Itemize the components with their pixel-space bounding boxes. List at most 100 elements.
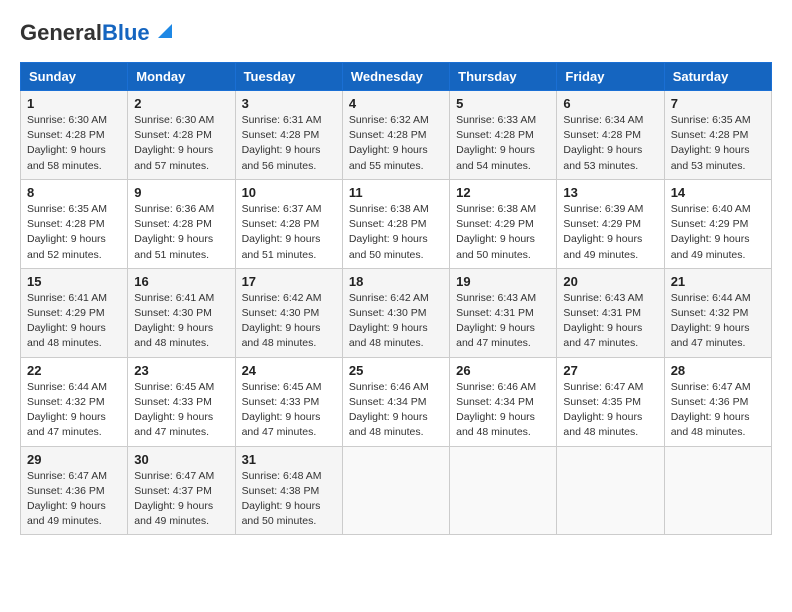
cell-content: Sunrise: 6:35 AM Sunset: 4:28 PM Dayligh… [671,113,765,174]
col-header-tuesday: Tuesday [235,63,342,91]
cell-content: Sunrise: 6:39 AM Sunset: 4:29 PM Dayligh… [563,202,657,263]
cell-content: Sunrise: 6:34 AM Sunset: 4:28 PM Dayligh… [563,113,657,174]
calendar-cell [664,446,771,535]
cell-content: Sunrise: 6:38 AM Sunset: 4:28 PM Dayligh… [349,202,443,263]
calendar-cell [557,446,664,535]
col-header-sunday: Sunday [21,63,128,91]
day-number: 23 [134,363,228,378]
calendar-cell: 4 Sunrise: 6:32 AM Sunset: 4:28 PM Dayli… [342,91,449,180]
cell-content: Sunrise: 6:37 AM Sunset: 4:28 PM Dayligh… [242,202,336,263]
cell-content: Sunrise: 6:47 AM Sunset: 4:37 PM Dayligh… [134,469,228,530]
day-number: 5 [456,96,550,111]
calendar-cell: 9 Sunrise: 6:36 AM Sunset: 4:28 PM Dayli… [128,179,235,268]
day-number: 9 [134,185,228,200]
calendar-cell: 17 Sunrise: 6:42 AM Sunset: 4:30 PM Dayl… [235,268,342,357]
day-number: 16 [134,274,228,289]
cell-content: Sunrise: 6:42 AM Sunset: 4:30 PM Dayligh… [349,291,443,352]
calendar-cell: 13 Sunrise: 6:39 AM Sunset: 4:29 PM Dayl… [557,179,664,268]
calendar-cell: 7 Sunrise: 6:35 AM Sunset: 4:28 PM Dayli… [664,91,771,180]
calendar-cell: 20 Sunrise: 6:43 AM Sunset: 4:31 PM Dayl… [557,268,664,357]
day-number: 28 [671,363,765,378]
week-row-5: 29 Sunrise: 6:47 AM Sunset: 4:36 PM Dayl… [21,446,772,535]
day-number: 18 [349,274,443,289]
cell-content: Sunrise: 6:32 AM Sunset: 4:28 PM Dayligh… [349,113,443,174]
cell-content: Sunrise: 6:30 AM Sunset: 4:28 PM Dayligh… [27,113,121,174]
cell-content: Sunrise: 6:38 AM Sunset: 4:29 PM Dayligh… [456,202,550,263]
calendar-cell: 2 Sunrise: 6:30 AM Sunset: 4:28 PM Dayli… [128,91,235,180]
calendar-cell: 8 Sunrise: 6:35 AM Sunset: 4:28 PM Dayli… [21,179,128,268]
cell-content: Sunrise: 6:33 AM Sunset: 4:28 PM Dayligh… [456,113,550,174]
cell-content: Sunrise: 6:44 AM Sunset: 4:32 PM Dayligh… [27,380,121,441]
day-number: 11 [349,185,443,200]
calendar-cell: 24 Sunrise: 6:45 AM Sunset: 4:33 PM Dayl… [235,357,342,446]
calendar-cell: 28 Sunrise: 6:47 AM Sunset: 4:36 PM Dayl… [664,357,771,446]
logo-triangle-icon [154,20,176,42]
logo: GeneralBlue [20,20,176,46]
day-number: 21 [671,274,765,289]
cell-content: Sunrise: 6:47 AM Sunset: 4:35 PM Dayligh… [563,380,657,441]
calendar-cell: 3 Sunrise: 6:31 AM Sunset: 4:28 PM Dayli… [235,91,342,180]
day-number: 15 [27,274,121,289]
calendar-cell: 19 Sunrise: 6:43 AM Sunset: 4:31 PM Dayl… [450,268,557,357]
cell-content: Sunrise: 6:41 AM Sunset: 4:29 PM Dayligh… [27,291,121,352]
calendar-cell: 14 Sunrise: 6:40 AM Sunset: 4:29 PM Dayl… [664,179,771,268]
week-row-1: 1 Sunrise: 6:30 AM Sunset: 4:28 PM Dayli… [21,91,772,180]
day-number: 10 [242,185,336,200]
cell-content: Sunrise: 6:46 AM Sunset: 4:34 PM Dayligh… [349,380,443,441]
day-number: 3 [242,96,336,111]
cell-content: Sunrise: 6:45 AM Sunset: 4:33 PM Dayligh… [134,380,228,441]
day-number: 14 [671,185,765,200]
calendar-cell: 25 Sunrise: 6:46 AM Sunset: 4:34 PM Dayl… [342,357,449,446]
calendar-cell: 26 Sunrise: 6:46 AM Sunset: 4:34 PM Dayl… [450,357,557,446]
day-number: 13 [563,185,657,200]
cell-content: Sunrise: 6:41 AM Sunset: 4:30 PM Dayligh… [134,291,228,352]
cell-content: Sunrise: 6:47 AM Sunset: 4:36 PM Dayligh… [671,380,765,441]
day-number: 20 [563,274,657,289]
calendar-cell: 29 Sunrise: 6:47 AM Sunset: 4:36 PM Dayl… [21,446,128,535]
week-row-3: 15 Sunrise: 6:41 AM Sunset: 4:29 PM Dayl… [21,268,772,357]
page-header: GeneralBlue [20,20,772,46]
calendar-cell: 5 Sunrise: 6:33 AM Sunset: 4:28 PM Dayli… [450,91,557,180]
calendar-cell [450,446,557,535]
day-number: 19 [456,274,550,289]
day-number: 2 [134,96,228,111]
calendar-cell: 31 Sunrise: 6:48 AM Sunset: 4:38 PM Dayl… [235,446,342,535]
day-number: 12 [456,185,550,200]
col-header-friday: Friday [557,63,664,91]
calendar-cell: 22 Sunrise: 6:44 AM Sunset: 4:32 PM Dayl… [21,357,128,446]
calendar-table: SundayMondayTuesdayWednesdayThursdayFrid… [20,62,772,535]
cell-content: Sunrise: 6:46 AM Sunset: 4:34 PM Dayligh… [456,380,550,441]
day-number: 1 [27,96,121,111]
day-number: 17 [242,274,336,289]
cell-content: Sunrise: 6:44 AM Sunset: 4:32 PM Dayligh… [671,291,765,352]
calendar-cell: 30 Sunrise: 6:47 AM Sunset: 4:37 PM Dayl… [128,446,235,535]
calendar-cell: 1 Sunrise: 6:30 AM Sunset: 4:28 PM Dayli… [21,91,128,180]
calendar-cell: 11 Sunrise: 6:38 AM Sunset: 4:28 PM Dayl… [342,179,449,268]
cell-content: Sunrise: 6:47 AM Sunset: 4:36 PM Dayligh… [27,469,121,530]
day-number: 6 [563,96,657,111]
calendar-cell: 23 Sunrise: 6:45 AM Sunset: 4:33 PM Dayl… [128,357,235,446]
day-number: 30 [134,452,228,467]
calendar-cell [342,446,449,535]
calendar-cell: 21 Sunrise: 6:44 AM Sunset: 4:32 PM Dayl… [664,268,771,357]
calendar-cell: 15 Sunrise: 6:41 AM Sunset: 4:29 PM Dayl… [21,268,128,357]
day-number: 31 [242,452,336,467]
week-row-4: 22 Sunrise: 6:44 AM Sunset: 4:32 PM Dayl… [21,357,772,446]
day-number: 29 [27,452,121,467]
calendar-header-row: SundayMondayTuesdayWednesdayThursdayFrid… [21,63,772,91]
cell-content: Sunrise: 6:40 AM Sunset: 4:29 PM Dayligh… [671,202,765,263]
day-number: 4 [349,96,443,111]
day-number: 22 [27,363,121,378]
cell-content: Sunrise: 6:45 AM Sunset: 4:33 PM Dayligh… [242,380,336,441]
calendar-cell: 16 Sunrise: 6:41 AM Sunset: 4:30 PM Dayl… [128,268,235,357]
day-number: 8 [27,185,121,200]
cell-content: Sunrise: 6:35 AM Sunset: 4:28 PM Dayligh… [27,202,121,263]
cell-content: Sunrise: 6:31 AM Sunset: 4:28 PM Dayligh… [242,113,336,174]
col-header-thursday: Thursday [450,63,557,91]
col-header-saturday: Saturday [664,63,771,91]
logo-text: GeneralBlue [20,20,150,46]
day-number: 24 [242,363,336,378]
cell-content: Sunrise: 6:48 AM Sunset: 4:38 PM Dayligh… [242,469,336,530]
calendar-cell: 10 Sunrise: 6:37 AM Sunset: 4:28 PM Dayl… [235,179,342,268]
cell-content: Sunrise: 6:30 AM Sunset: 4:28 PM Dayligh… [134,113,228,174]
